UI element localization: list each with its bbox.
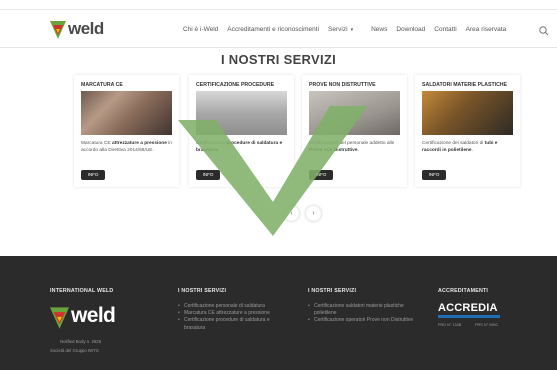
footer-link[interactable]: Certificazione procedure di saldatura e … [178,317,288,331]
card-title: CERTIFICAZIONE PROCEDURE [196,82,275,88]
notified-body-text: Notified Body n. 2526 [60,339,102,344]
card-image [196,91,287,135]
accredia-sub-1: PRD N° 134B [438,323,462,327]
service-card-certificazione-procedure[interactable]: CERTIFICAZIONE PROCEDURE Certificazione … [189,75,294,187]
main-nav: Chi è i-Weld Accreditamenti e riconoscim… [183,26,515,33]
top-strip [0,0,557,10]
footer-link[interactable]: Certificazione personale di saldatura [178,303,288,310]
card-title: PROVE NON DISTRUTTIVE [309,82,376,88]
card-title: MARCATURA CE [81,82,123,88]
card-title: SALDATORI MATERIE PLASTICHE [422,82,508,88]
service-card-prove-non-distruttive[interactable]: PROVE NON DISTRUTTIVE Certificazione del… [302,75,407,187]
footer-link[interactable]: Certificazione operatori Prove non Distr… [308,317,414,324]
footer-col-accreditamenti: ACCREDITAMENTI [438,288,488,294]
info-button[interactable]: INFO [81,170,105,180]
site-logo[interactable]: weld [50,19,104,41]
slider-prev-button[interactable]: ‹ [284,206,299,221]
card-image [81,91,172,135]
chevron-down-icon: ▾ [350,27,354,33]
card-text: Certificazione procedure di saldatura e … [196,141,283,153]
nav-servizi-label: Servizi [328,26,348,33]
info-button[interactable]: INFO [309,170,333,180]
nav-contatti[interactable]: Contatti [434,26,456,33]
footer-col-servizi-2: I NOSTRI SERVIZI Certificazione saldator… [308,288,414,325]
accredia-logo[interactable]: ACCREDIA [438,302,502,322]
footer-col-international-weld: INTERNATIONAL WELD [50,288,113,294]
group-text: Società del Gruppo IWTS [50,348,99,353]
service-card-saldatori-materie-plastiche[interactable]: SALDATORI MATERIE PLASTICHE Certificazio… [415,75,520,187]
card-image [309,91,400,135]
card-text: Certificazione del personale addetto all… [309,141,395,153]
service-card-marcatura-ce[interactable]: MARCATURA CE Marcatura CE attrezzature a… [74,75,179,187]
section-title: I NOSTRI SERVIZI [220,52,337,67]
nav-accreditamenti[interactable]: Accreditamenti e riconoscimenti [227,26,319,33]
nav-chi-e-iweld[interactable]: Chi è i-Weld [183,26,218,33]
card-image [422,91,513,135]
info-button[interactable]: INFO [196,170,220,180]
accredia-bar [438,315,500,318]
card-text: Marcatura CE attrezzature a pressione in… [81,141,172,153]
weld-logo-mark-icon [50,21,66,39]
footer-logo-text: weld [71,304,116,327]
footer-link[interactable]: Marcatura CE attrezzature a pressione [178,310,288,317]
footer-heading: ACCREDITAMENTI [438,288,489,294]
slider-next-button[interactable]: › [306,206,321,221]
nav-servizi[interactable]: Servizi ▾ [328,26,362,33]
info-button[interactable]: INFO [422,170,446,180]
footer-logo[interactable]: weld [50,304,116,332]
footer-heading: I NOSTRI SERVIZI [308,288,357,294]
accredia-sub-2: PRS N° 095C [475,323,499,327]
accredia-logo-text: ACCREDIA [438,302,498,314]
footer-col-servizi-1: I NOSTRI SERVIZI Certificazione personal… [178,288,288,332]
footer-heading: INTERNATIONAL WELD [50,288,114,294]
logo-text: weld [68,19,104,38]
footer-list: Certificazione personale di saldatura Ma… [178,303,288,332]
site-header: weld Chi è i-Weld Accreditamenti e ricon… [0,10,557,48]
search-icon[interactable] [538,25,550,37]
footer-list: Certificazione saldatori materie plastic… [308,303,414,325]
footer-heading: I NOSTRI SERVIZI [178,288,227,294]
nav-area-riservata[interactable]: Area riservata [466,26,506,33]
nav-download[interactable]: Download [396,26,425,33]
card-text: Certificazione dei saldatori di tubi e r… [422,141,498,153]
weld-logo-mark-icon [50,307,69,329]
nav-news[interactable]: News [371,26,387,33]
footer-link[interactable]: Certificazione saldatori materie plastic… [308,303,414,317]
